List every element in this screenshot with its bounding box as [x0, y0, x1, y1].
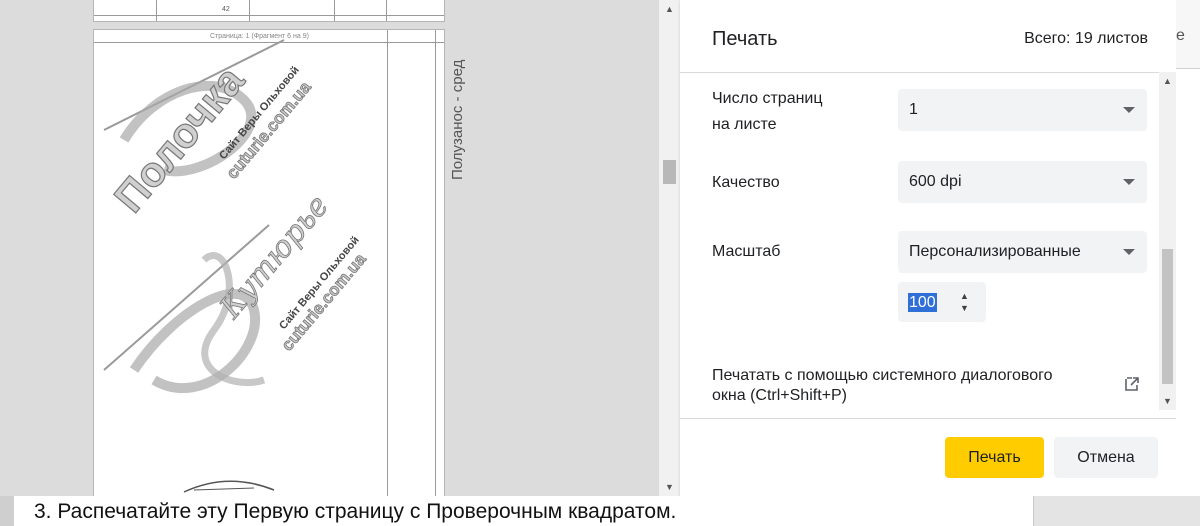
quality-value: 600 dpi [909, 173, 962, 190]
quality-select[interactable]: 600 dpi [898, 161, 1147, 203]
print-button[interactable]: Печать [945, 437, 1044, 478]
page-number: 42 [222, 6, 230, 13]
cancel-button[interactable]: Отмена [1054, 437, 1158, 478]
side-text: Полузанос - сред [449, 59, 466, 180]
page-line [156, 0, 157, 21]
open-external-icon[interactable] [1124, 376, 1140, 392]
pages-per-sheet-value: 1 [909, 101, 918, 118]
scroll-up-icon[interactable]: ▲ [663, 2, 676, 16]
watermark-graphic: Полочка Сайт Веры Ольховой cuturie.com.u… [103, 39, 371, 493]
pages-per-sheet-label-line2: на листе [712, 116, 777, 133]
pages-per-sheet-label-line1: Число страниц [712, 90, 823, 107]
print-preview-area: 42 Страница: 1 (Фрагмент 6 на 9) Полочка… [0, 0, 680, 500]
right-edge-fragment: е [1176, 0, 1200, 500]
scale-custom-value[interactable]: 100 [908, 293, 937, 312]
panel-scrollbar[interactable]: ▲ ▼ [1159, 72, 1176, 410]
preview-scrollbar[interactable]: ▲ ▼ [659, 0, 680, 500]
print-dialog-header: Печать Всего: 19 листов [680, 0, 1176, 73]
right-edge-text: е [1176, 27, 1185, 44]
spin-up-icon[interactable]: ▲ [960, 291, 969, 301]
quality-label: Качество [712, 174, 780, 191]
instruction-text: 3. Распечатайте эту Первую страницу с Пр… [34, 500, 677, 523]
bottom-mark [193, 487, 255, 491]
page-line [94, 15, 444, 16]
panel-scroll-thumb[interactable] [1162, 249, 1173, 384]
sheet-count: Всего: 19 листов [1024, 30, 1148, 47]
preview-scroll-thumb[interactable] [663, 160, 676, 184]
chevron-down-icon [1123, 249, 1135, 255]
page-line [334, 0, 335, 21]
bottom-mark [183, 480, 275, 493]
bottom-strip: 3. Распечатайте эту Первую страницу с Пр… [0, 496, 1200, 526]
scroll-down-icon[interactable]: ▼ [1161, 394, 1174, 408]
preview-page-top: 42 [93, 0, 445, 22]
page-line [386, 0, 387, 21]
chevron-down-icon [1123, 179, 1135, 185]
scale-custom-input[interactable]: 100 ▲ ▼ [898, 282, 986, 322]
page-line [435, 30, 436, 500]
scroll-up-icon[interactable]: ▲ [1161, 74, 1174, 88]
print-dialog-title: Печать [712, 28, 778, 50]
page-line [249, 0, 250, 21]
bottom-right-edge [1033, 496, 1200, 526]
bottom-left-edge [0, 496, 14, 526]
scale-label: Масштаб [712, 243, 781, 260]
watermark-url: cuturie.com.ua [278, 249, 371, 354]
pages-per-sheet-select[interactable]: 1 [898, 89, 1147, 131]
chevron-down-icon [1123, 107, 1135, 113]
print-dialog-panel: Печать Всего: 19 листов Число страниц на… [680, 0, 1176, 500]
spin-down-icon[interactable]: ▼ [960, 303, 969, 313]
scale-value: Персонализированные [909, 243, 1081, 260]
scale-select[interactable]: Персонализированные [898, 231, 1147, 273]
scroll-down-icon[interactable]: ▼ [663, 480, 676, 494]
system-dialog-link[interactable]: Печатать с помощью системного диалоговог… [712, 366, 1072, 406]
page-line [387, 30, 388, 500]
preview-page-main: Страница: 1 (Фрагмент 6 на 9) Полочка Са… [93, 29, 466, 500]
right-edge-header: е [1176, 0, 1200, 69]
pages-per-sheet-label: Число страниц на листе [712, 86, 823, 138]
print-dialog-footer: Печать Отмена [680, 418, 1176, 501]
